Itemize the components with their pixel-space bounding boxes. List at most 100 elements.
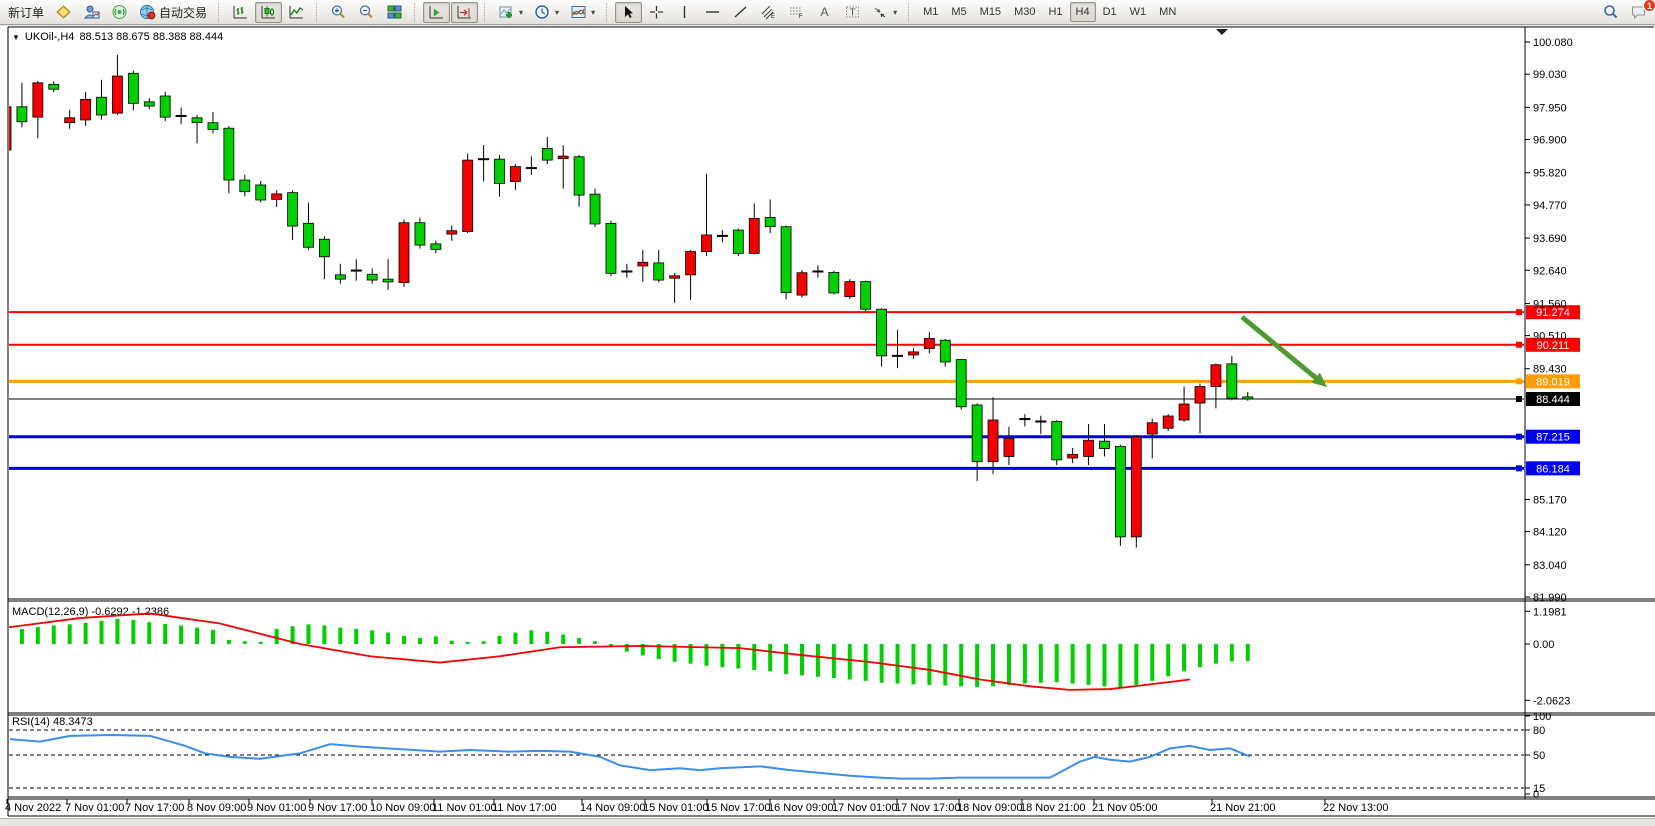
down-arrow-annotation[interactable]: [1242, 317, 1319, 381]
down-candle: [574, 157, 584, 195]
up-candle: [749, 218, 759, 253]
time-tick-label: 21 Nov 05:00: [1092, 802, 1157, 814]
templates-button[interactable]: ▾: [565, 2, 600, 23]
down-candle: [97, 97, 107, 115]
up-candle: [1147, 423, 1157, 434]
zoom-in-button[interactable]: [325, 2, 352, 23]
down-candle: [542, 148, 552, 160]
zoom-out-icon: [358, 4, 375, 20]
time-tick-label: 22 Nov 13:00: [1323, 802, 1388, 814]
tf-button-D1[interactable]: D1: [1097, 2, 1123, 22]
time-tick-label: 21 Nov 21:00: [1210, 802, 1275, 814]
up-candle: [510, 167, 520, 182]
tf-button-M15[interactable]: M15: [974, 2, 1007, 22]
rsi-tick-label: 0: [1533, 789, 1539, 801]
vertical-line-button[interactable]: [671, 2, 698, 23]
search-button[interactable]: [1597, 2, 1624, 23]
rsi-tick-label: 100: [1533, 711, 1551, 723]
text-label-button[interactable]: T: [839, 2, 866, 23]
price-axis[interactable]: 100.08099.03097.95096.90095.82094.77093.…: [1525, 37, 1573, 604]
notifications-button[interactable]: 1: [1625, 2, 1652, 23]
zoom-out-button[interactable]: [353, 2, 380, 23]
line-chart-button[interactable]: [283, 2, 310, 23]
tf-button-M5[interactable]: M5: [945, 2, 972, 22]
up-candle: [1084, 440, 1094, 456]
tf-button-W1[interactable]: W1: [1124, 2, 1153, 22]
arrows-button[interactable]: ▾: [867, 2, 902, 23]
trendline-button[interactable]: [727, 2, 754, 23]
auto-scroll-button[interactable]: [451, 2, 478, 23]
tf-button-M30[interactable]: M30: [1008, 2, 1041, 22]
up-candle: [33, 83, 43, 117]
template-icon: [570, 4, 587, 20]
text-label-icon: T: [844, 4, 861, 20]
up-candle: [670, 276, 680, 278]
time-tick-label: 15 Nov 01:00: [643, 802, 708, 814]
auto-scroll-icon: [456, 4, 473, 20]
price-tick-label: 91.560: [1533, 298, 1567, 310]
down-candle: [17, 107, 27, 122]
up-candle: [1131, 437, 1141, 537]
price-tick-label: 89.430: [1533, 364, 1567, 376]
down-candle: [1099, 441, 1109, 448]
bar-chart-button[interactable]: [227, 2, 254, 23]
time-tick-label: 7 Nov 17:00: [125, 802, 184, 814]
up-candle: [924, 338, 934, 348]
macd-tick-label: -2.0623: [1533, 695, 1570, 707]
auto-trading-label: 自动交易: [159, 4, 207, 21]
down-candle: [240, 180, 250, 192]
candlestick-chart-button[interactable]: [255, 2, 282, 23]
search-icon: [1602, 4, 1619, 20]
chart-shift-marker[interactable]: [1216, 29, 1228, 35]
equidistant-channel-button[interactable]: E: [755, 2, 782, 23]
up-candle: [558, 156, 568, 158]
horizontal-line-button[interactable]: [699, 2, 726, 23]
time-axis[interactable]: 4 Nov 20227 Nov 01:007 Nov 17:008 Nov 09…: [5, 799, 1388, 814]
level-price-label: 89.019: [1536, 376, 1570, 388]
new-order-button[interactable]: 新订单: [3, 2, 49, 23]
up-candle: [65, 118, 75, 123]
main-toolbar: 新订单 自动交易: [0, 0, 1655, 25]
crosshair-icon: [648, 4, 665, 20]
price-tick-label: 93.690: [1533, 233, 1567, 245]
price-tick-label: 96.900: [1533, 135, 1567, 147]
fibonacci-button[interactable]: F: [783, 2, 810, 23]
up-candle: [845, 282, 855, 297]
crosshair-button[interactable]: [643, 2, 670, 23]
up-candle: [988, 420, 998, 462]
profile-button[interactable]: [78, 2, 105, 23]
tf-button-M1[interactable]: M1: [917, 2, 944, 22]
down-candle: [861, 282, 871, 310]
horizontal-line-icon: [704, 4, 721, 20]
auto-trading-button[interactable]: 自动交易: [134, 2, 212, 23]
notification-badge: 1: [1643, 0, 1655, 12]
tf-button-H1[interactable]: H1: [1042, 2, 1068, 22]
tile-windows-button[interactable]: [381, 2, 408, 23]
down-candle: [288, 193, 298, 226]
down-candle: [192, 118, 202, 123]
down-candle: [590, 194, 600, 224]
down-candle: [781, 227, 791, 293]
up-candle: [399, 223, 409, 283]
down-candle: [128, 73, 138, 103]
tf-button-H4[interactable]: H4: [1070, 2, 1096, 22]
down-candle: [654, 263, 664, 280]
cursor-button[interactable]: [615, 2, 642, 23]
market-watch-button[interactable]: [50, 2, 77, 23]
up-candle: [1211, 365, 1221, 387]
chart-canvas[interactable]: 91.27490.21189.01988.44487.21586.184100.…: [0, 26, 1655, 818]
price-tick-label: 81.990: [1533, 592, 1567, 604]
line-chart-icon: [288, 4, 305, 20]
svg-text:T: T: [850, 8, 856, 19]
timeframe-group: M1M5M15M30H1H4D1W1MN: [917, 2, 1182, 22]
fibonacci-icon: F: [788, 4, 805, 20]
text-button[interactable]: A: [811, 2, 838, 23]
chart-shift-button[interactable]: [423, 2, 450, 23]
periods-button[interactable]: ▾: [529, 2, 564, 23]
signals-button[interactable]: [106, 2, 133, 23]
time-tick-label: 15 Nov 17:00: [705, 802, 770, 814]
down-candle: [144, 102, 154, 106]
indicators-button[interactable]: ▾: [493, 2, 528, 23]
tf-button-MN[interactable]: MN: [1153, 2, 1182, 22]
vertical-line-icon: [676, 4, 693, 20]
